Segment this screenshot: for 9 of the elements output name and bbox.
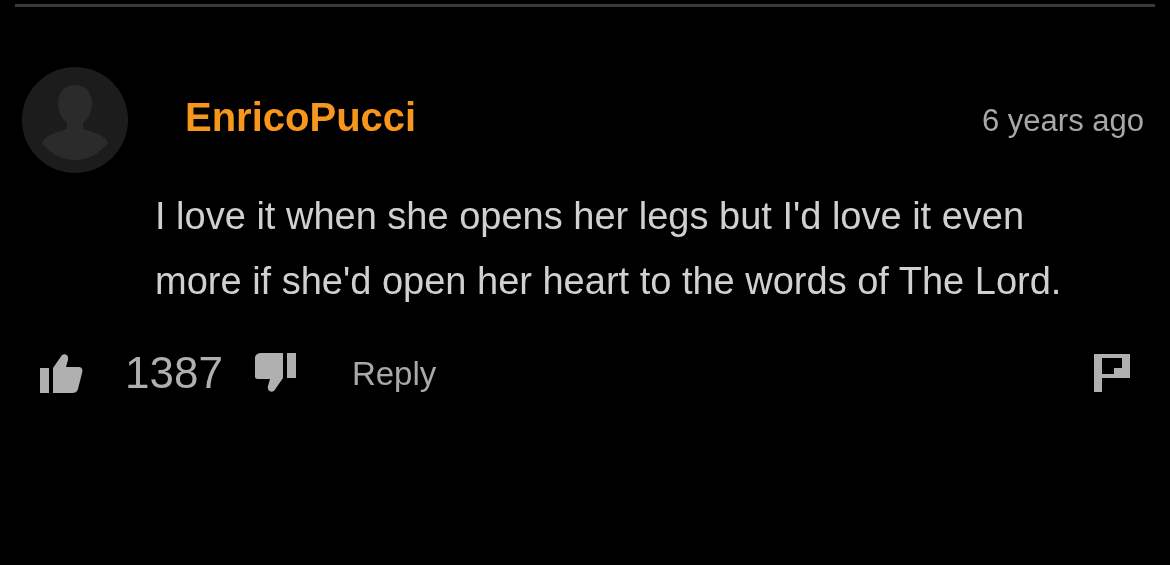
flag-icon[interactable] [1094, 354, 1130, 392]
like-count: 1387 [125, 351, 223, 395]
thumbs-down-icon[interactable] [254, 353, 296, 393]
timestamp: 6 years ago [982, 105, 1144, 136]
avatar-icon [22, 67, 128, 173]
username-link[interactable]: EnricoPucci [185, 97, 417, 137]
comment-text: I love it when she opens her legs but I'd love it even more if she'd open her heart to the words of The Lord. [155, 194, 1063, 304]
reply-button[interactable]: Reply [351, 356, 437, 390]
thumbs-up-icon[interactable] [40, 353, 83, 393]
